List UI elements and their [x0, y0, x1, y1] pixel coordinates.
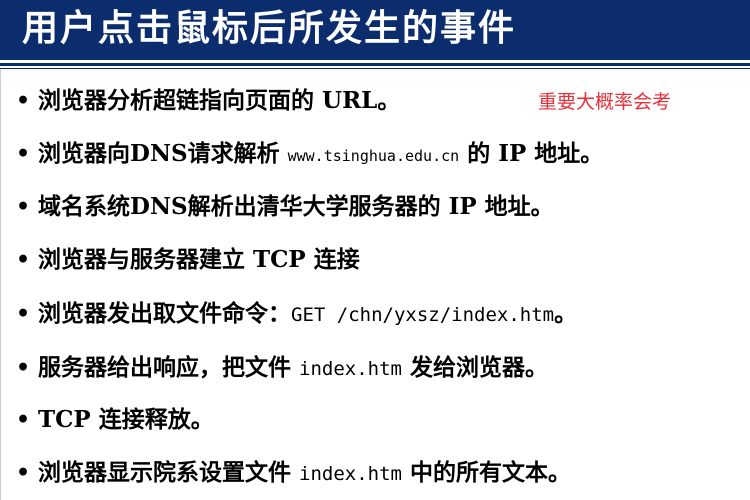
bullet-dot: • [16, 407, 31, 433]
bullet-text: 中的所有文本。 [401, 459, 571, 486]
bullet-text: 浏览器向DNS请求解析 [38, 140, 288, 167]
bullet-item-1: • 浏览器分析超链指向页面的 URL。 [16, 84, 400, 118]
bullet-text: 浏览器显示院系设置文件 [38, 459, 300, 486]
bullet-dot: • [16, 247, 31, 273]
bullet-dot: • [16, 355, 31, 381]
bullet-dot: • [16, 301, 31, 327]
bullet-dot: • [16, 88, 31, 114]
bullet-item-8: • 浏览器显示院系设置文件 index.htm 中的所有文本。 [16, 456, 571, 490]
bullet-dot: • [16, 194, 31, 220]
bullet-dot: • [16, 460, 31, 486]
bullet-text: 域名系统DNS解析出清华大学服务器的 IP 地址。 [38, 193, 554, 220]
title-bar: 用户点击鼠标后所发生的事件 [0, 0, 750, 60]
bullet-text: 浏览器与服务器建立 TCP 连接 [38, 246, 360, 273]
command-text: GET /chn/yxsz/index.htm [291, 304, 555, 326]
slide-title: 用户点击鼠标后所发生的事件 [22, 8, 517, 49]
domain-name-text: www.tsinghua.edu.cn [287, 147, 460, 165]
bullet-item-7: • TCP 连接释放。 [16, 403, 214, 437]
bullet-dot: • [16, 141, 31, 167]
bullet-text: 发给浏览器。 [401, 354, 548, 381]
bullet-text: 浏览器发出取文件命令： [38, 300, 291, 327]
bullet-item-3: • 域名系统DNS解析出清华大学服务器的 IP 地址。 [16, 190, 554, 224]
bullet-item-5: • 浏览器发出取文件命令：GET /chn/yxsz/index.htm。 [16, 297, 577, 331]
title-underline-thick [0, 63, 750, 66]
bullet-item-6: • 服务器给出响应，把文件 index.htm 发给浏览器。 [16, 351, 548, 385]
filename-text: index.htm [299, 358, 402, 380]
bullet-text: TCP 连接释放。 [38, 406, 214, 433]
slide-left-edge [0, 69, 1, 500]
bullet-text: 。 [554, 300, 578, 327]
bullet-item-4: • 浏览器与服务器建立 TCP 连接 [16, 243, 360, 277]
title-underline-thin [0, 68, 750, 69]
bullet-text: 浏览器分析超链指向页面的 URL。 [38, 87, 401, 114]
exam-note: 重要大概率会考 [538, 91, 672, 113]
bullet-text: 服务器给出响应，把文件 [38, 354, 300, 381]
bullet-text: 的 IP 地址。 [459, 140, 604, 167]
filename-text: index.htm [299, 463, 402, 485]
bullet-item-2: • 浏览器向DNS请求解析 www.tsinghua.edu.cn 的 IP 地址… [16, 137, 603, 171]
